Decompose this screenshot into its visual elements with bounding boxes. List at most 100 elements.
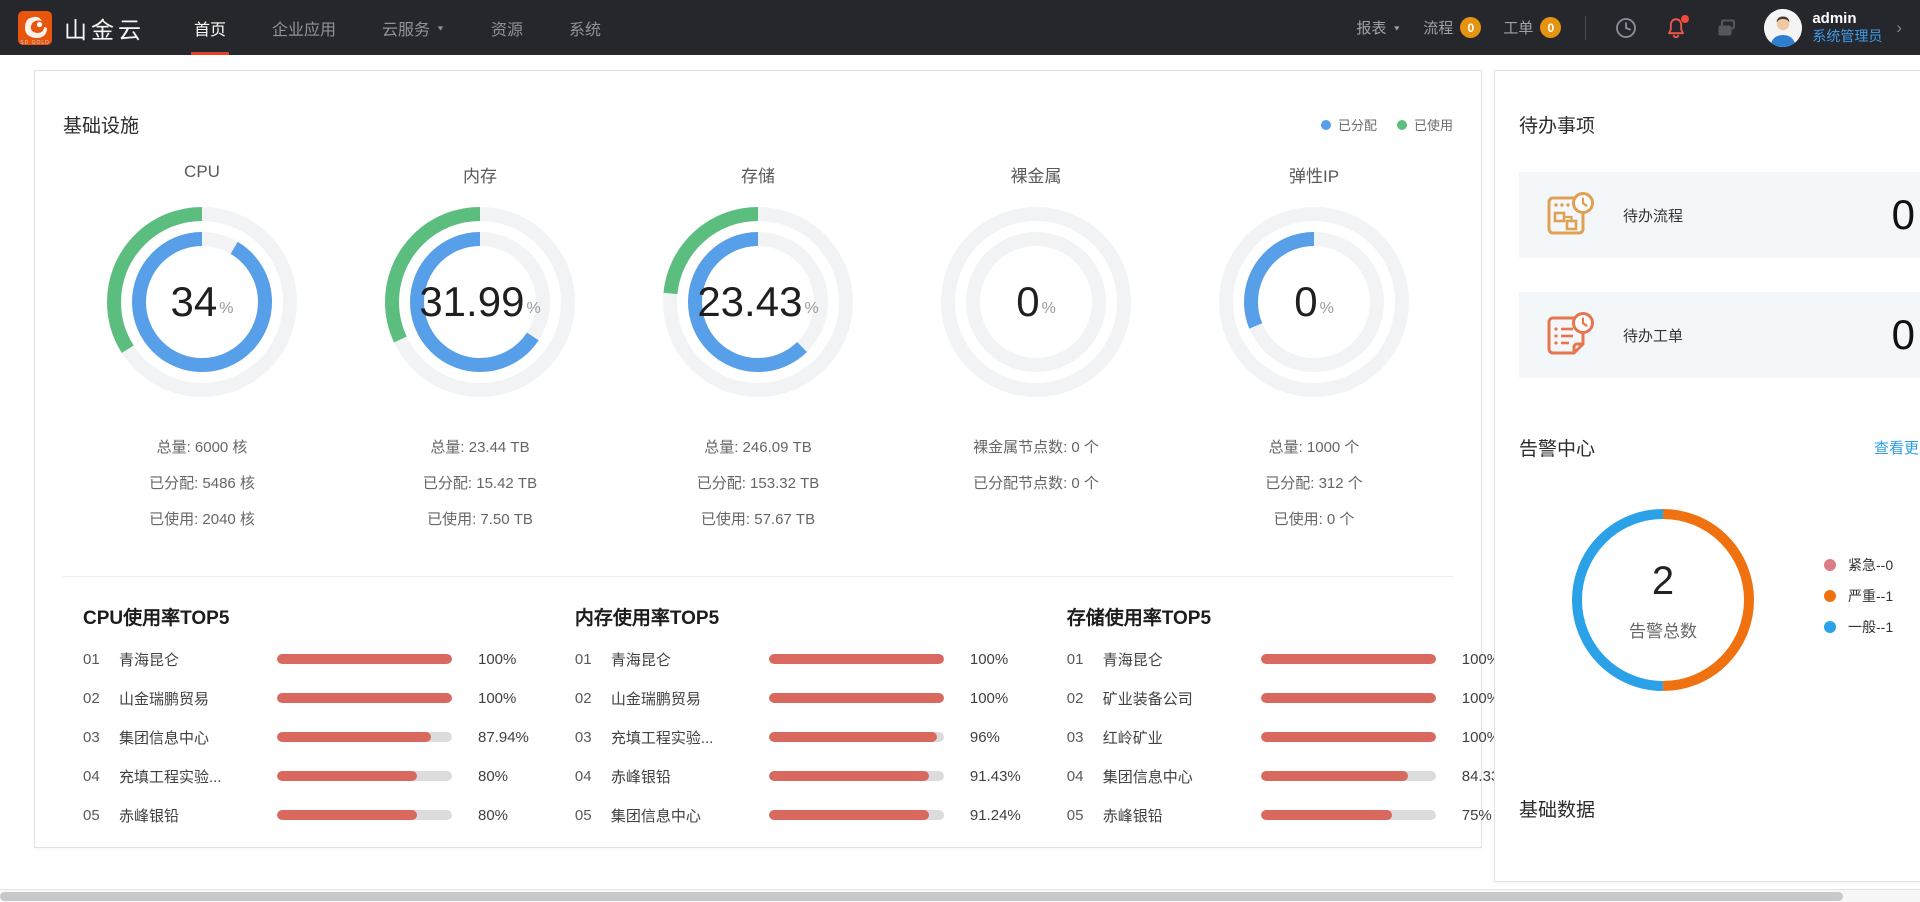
alarm-legend-item[interactable]: 严重--1	[1824, 586, 1893, 606]
alarm-view-more-link[interactable]: 查看更多	[1874, 437, 1920, 458]
top5-section: 存储使用率TOP5 01 青海昆仑 100% 02 矿业装备公司 100% 03…	[1067, 603, 1513, 843]
top5-list: 01 青海昆仑 100% 02 山金瑞鹏贸易 100% 03 集团信息中心 87…	[83, 648, 529, 826]
gauge-percent-value: 23.43	[697, 278, 802, 326]
usage-bar-fill	[277, 732, 431, 742]
nav-menu-item[interactable]: 系统 ▼	[546, 0, 624, 55]
usage-bar	[277, 732, 452, 742]
gauge-stat-line: 已使用: 7.50 TB	[423, 502, 537, 538]
chevron-right-icon[interactable]: ›	[1896, 18, 1902, 38]
nav-divider	[1585, 16, 1586, 40]
nav-menu-item[interactable]: 企业应用 ▼	[249, 0, 359, 55]
alarm-legend-item[interactable]: 紧急--0	[1824, 555, 1893, 575]
usage-bar	[277, 654, 452, 664]
ticket-clock-icon	[1543, 309, 1595, 361]
top5-list-item: 04 集团信息中心 84.33%	[1067, 765, 1513, 787]
todo-card-process[interactable]: 待办流程 0	[1519, 172, 1920, 258]
usage-bar-fill	[277, 654, 452, 664]
top5-percent: 91.43%	[970, 768, 1021, 785]
user-menu[interactable]: admin 系统管理员	[1812, 10, 1882, 45]
todo-process-label: 待办流程	[1623, 205, 1683, 226]
gauge-percent-unit: %	[526, 300, 540, 318]
gauge-stats: 总量: 246.09 TB已分配: 153.32 TB已使用: 57.67 TB	[697, 430, 820, 538]
nav-menu-label: 首页	[194, 16, 226, 40]
top5-percent: 80%	[478, 807, 508, 824]
top5-list-item: 02 矿业装备公司 100%	[1067, 687, 1513, 709]
usage-bar-fill	[1261, 732, 1436, 742]
top5-list-item: 02 山金瑞鹏贸易 100%	[575, 687, 1021, 709]
top5-tenant-name: 矿业装备公司	[1103, 688, 1255, 709]
gauge-percent-value: 0	[1016, 278, 1039, 326]
gauge-percent-unit: %	[219, 300, 233, 318]
gauge-stat-line: 总量: 1000 个	[1265, 430, 1363, 466]
usage-bar	[769, 654, 944, 664]
nav-menu-item[interactable]: 云服务 ▼	[359, 0, 468, 55]
notification-dot	[1681, 15, 1689, 23]
notifications-button[interactable]	[1656, 8, 1696, 48]
brand-logo[interactable]: SD GOLD 山金云	[18, 11, 145, 45]
process-count-badge: 0	[1460, 17, 1481, 38]
gauge-stat-line: 总量: 23.44 TB	[423, 430, 537, 466]
nav-report-link[interactable]: 报表 ▼	[1356, 17, 1401, 38]
resource-gauge: 存储 23.43 % 总量: 246.09 TB已分配: 153.32 TB已使…	[619, 162, 897, 538]
todo-card-ticket[interactable]: 待办工单 0	[1519, 292, 1920, 378]
gauge-percent-value: 31.99	[419, 278, 524, 326]
user-name: admin	[1812, 10, 1882, 28]
nav-ticket-link[interactable]: 工单 0	[1503, 17, 1561, 38]
top5-tenant-name: 充填工程实验...	[119, 766, 271, 787]
gauge-stat-line: 已分配节点数: 0 个	[973, 466, 1099, 502]
todo-title: 待办事项	[1519, 111, 1920, 138]
nav-ticket-label: 工单	[1503, 17, 1533, 38]
top5-percent: 100%	[970, 651, 1008, 668]
console-button[interactable]	[1706, 8, 1746, 48]
user-avatar[interactable]	[1764, 9, 1802, 47]
infrastructure-panel: 基础设施 已分配 已使用 CPU 3	[34, 70, 1482, 848]
gauge-stat-line: 已使用: 2040 核	[149, 502, 255, 538]
alarm-legend-item[interactable]: 一般--1	[1824, 617, 1893, 637]
printer-icon	[1714, 16, 1738, 40]
legend-item-allocated[interactable]: 已分配	[1321, 115, 1377, 134]
gauge-donut-chart: 0 %	[936, 202, 1136, 402]
gauge-stat-line: 已分配: 312 个	[1265, 466, 1363, 502]
usage-bar	[769, 810, 944, 820]
top5-tenant-name: 充填工程实验...	[611, 727, 763, 748]
top5-tenant-name: 赤峰银铅	[1103, 805, 1255, 826]
resource-gauge: 弹性IP 0 % 总量: 1000 个已分配: 312 个已使用: 0 个	[1175, 162, 1453, 538]
top5-list-item: 05 赤峰银铅 75%	[1067, 804, 1513, 826]
legend-label-used: 已使用	[1414, 115, 1453, 134]
usage-bar-fill	[769, 810, 929, 820]
gauge-stats: 总量: 23.44 TB已分配: 15.42 TB已使用: 7.50 TB	[423, 430, 537, 538]
top5-tenant-name: 青海昆仑	[1103, 649, 1255, 670]
gauge-stat-line: 已使用: 0 个	[1265, 502, 1363, 538]
user-role: 系统管理员	[1812, 28, 1882, 45]
top5-tenant-name: 集团信息中心	[611, 805, 763, 826]
top5-tenant-name: 赤峰银铅	[119, 805, 271, 826]
gauge-title: 存储	[741, 162, 775, 186]
nav-process-link[interactable]: 流程 0	[1423, 17, 1481, 38]
gauge-title: 内存	[463, 162, 497, 186]
top5-list-item: 04 充填工程实验... 80%	[83, 765, 529, 787]
top5-percent: 100%	[970, 690, 1008, 707]
top5-rank: 04	[575, 768, 611, 785]
top5-rank: 03	[575, 729, 611, 746]
resource-gauge: 裸金属 0 % 裸金属节点数: 0 个已分配节点数: 0 个	[897, 162, 1175, 538]
top5-rank: 01	[1067, 651, 1103, 668]
top5-title: 内存使用率TOP5	[575, 603, 1021, 630]
top5-rank: 05	[1067, 807, 1103, 824]
history-clock-button[interactable]	[1606, 8, 1646, 48]
usage-bar-fill	[769, 771, 929, 781]
top5-percent: 100%	[478, 690, 516, 707]
nav-menu-item[interactable]: 首页 ▼	[171, 0, 249, 55]
scrollbar-thumb[interactable]	[0, 892, 1843, 901]
top5-title: CPU使用率TOP5	[83, 603, 529, 630]
alarm-legend: 紧急--0 严重--1 一般--1	[1824, 501, 1893, 691]
nav-menu-item[interactable]: 资源 ▼	[468, 0, 546, 55]
horizontal-scrollbar[interactable]	[0, 889, 1920, 902]
alarm-donut-chart: 2 告警总数	[1568, 505, 1758, 695]
legend-item-used[interactable]: 已使用	[1397, 115, 1453, 134]
gauge-stat-line: 已分配: 5486 核	[149, 466, 255, 502]
gauge-stats: 裸金属节点数: 0 个已分配节点数: 0 个	[973, 430, 1099, 502]
ticket-count-badge: 0	[1540, 17, 1561, 38]
infrastructure-title: 基础设施	[63, 111, 139, 138]
top5-rank: 01	[575, 651, 611, 668]
main-menu: 首页 ▼ 企业应用 ▼ 云服务 ▼ 资源 ▼ 系统 ▼	[171, 0, 624, 55]
